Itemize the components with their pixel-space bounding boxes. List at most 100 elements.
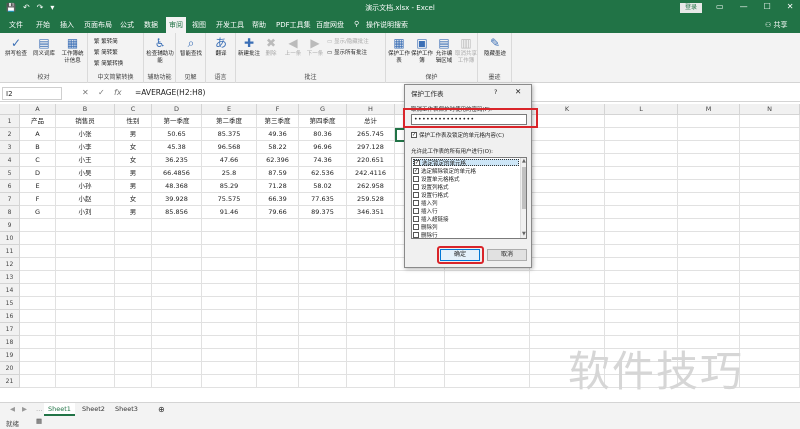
cell[interactable] <box>605 284 678 297</box>
cell[interactable] <box>115 336 152 349</box>
checkbox-icon[interactable] <box>413 231 419 238</box>
cell[interactable] <box>347 271 395 284</box>
new-comment-button[interactable]: ✚ 新建批注 <box>238 36 260 58</box>
cell[interactable]: D <box>20 167 56 180</box>
hide-ink-button[interactable]: ✎ 隐藏墨迹 <box>481 36 509 58</box>
chinese-conversion-button[interactable]: 繁 简繁转换 <box>94 59 123 67</box>
checkbox-icon[interactable] <box>413 183 419 190</box>
cell[interactable] <box>56 349 115 362</box>
formula-input[interactable]: =AVERAGE(H2:H8) <box>135 88 205 97</box>
cell[interactable]: F <box>20 193 56 206</box>
cell[interactable]: 男 <box>115 206 152 219</box>
cell[interactable] <box>740 180 800 193</box>
cell[interactable] <box>20 271 56 284</box>
cell[interactable]: 25.8 <box>202 167 257 180</box>
header-cell[interactable]: 第三季度 <box>257 115 299 128</box>
checkbox-icon[interactable]: ✓ <box>414 159 420 166</box>
permission-option[interactable]: 插入列 <box>413 199 438 207</box>
cell[interactable] <box>56 245 115 258</box>
header-cell[interactable]: 产品 <box>20 115 56 128</box>
cell[interactable] <box>20 362 56 375</box>
cell[interactable] <box>56 323 115 336</box>
cell[interactable] <box>395 310 445 323</box>
select-all-corner[interactable] <box>0 104 20 115</box>
cell[interactable] <box>202 349 257 362</box>
cell[interactable]: B <box>20 141 56 154</box>
cell[interactable] <box>740 271 800 284</box>
cell[interactable] <box>202 297 257 310</box>
row-header[interactable]: 18 <box>0 336 20 349</box>
cell[interactable] <box>115 284 152 297</box>
cell[interactable] <box>740 128 800 141</box>
cell[interactable]: 66.4856 <box>152 167 202 180</box>
cell[interactable] <box>56 258 115 271</box>
cell[interactable]: 45.38 <box>152 141 202 154</box>
cell[interactable] <box>678 271 740 284</box>
row-header[interactable]: 6 <box>0 180 20 193</box>
permissions-list[interactable]: ✓ 选定锁定的单元格 ✓ 选定解除锁定的单元格 设置单元格格式 设置列格式 设置行格式 插入列… <box>411 157 527 239</box>
spelling-button[interactable]: ✓ 拼写检查 <box>3 36 29 58</box>
next-comment-button[interactable]: ▶ 下一条 <box>304 36 326 58</box>
row-header[interactable]: 19 <box>0 349 20 362</box>
cell[interactable] <box>202 362 257 375</box>
header-cell[interactable]: 第四季度 <box>299 115 347 128</box>
cell[interactable]: 71.28 <box>257 180 299 193</box>
cell[interactable] <box>740 323 800 336</box>
cell[interactable]: 87.59 <box>257 167 299 180</box>
cell[interactable]: 85.375 <box>202 128 257 141</box>
header-cell[interactable]: 第一季度 <box>152 115 202 128</box>
cell[interactable] <box>299 336 347 349</box>
cell[interactable] <box>202 310 257 323</box>
cell[interactable] <box>347 284 395 297</box>
cell[interactable]: 79.66 <box>257 206 299 219</box>
header-cell[interactable]: 销售员 <box>56 115 115 128</box>
close-icon[interactable]: ✕ <box>515 87 521 96</box>
cell[interactable] <box>678 284 740 297</box>
cell[interactable] <box>257 323 299 336</box>
cell[interactable] <box>605 167 678 180</box>
cell[interactable] <box>20 375 56 388</box>
workbook-statistics-button[interactable]: ▦ 工作簿统计信息 <box>59 36 86 65</box>
traditional-to-simplified-button[interactable]: 繁 繁转简 <box>94 37 118 45</box>
cell[interactable] <box>678 128 740 141</box>
cell[interactable] <box>530 219 605 232</box>
cell[interactable] <box>202 245 257 258</box>
cell[interactable] <box>152 284 202 297</box>
cell[interactable]: 48.368 <box>152 180 202 193</box>
permission-option[interactable]: 删除行 <box>413 231 438 238</box>
cell[interactable]: 小刘 <box>56 206 115 219</box>
cell[interactable] <box>740 284 800 297</box>
cell[interactable] <box>530 271 605 284</box>
cell[interactable] <box>347 323 395 336</box>
cell[interactable] <box>115 349 152 362</box>
tab-insert[interactable]: 插入 <box>60 20 74 30</box>
row-header[interactable]: 17 <box>0 323 20 336</box>
cell[interactable] <box>530 297 605 310</box>
cell[interactable] <box>152 271 202 284</box>
cell[interactable] <box>395 284 445 297</box>
protect-workbook-button[interactable]: ▣ 保护工作簿 <box>411 36 433 65</box>
tab-review[interactable]: 审阅 <box>166 17 186 33</box>
cell[interactable] <box>740 375 800 388</box>
cell[interactable] <box>202 323 257 336</box>
cell[interactable] <box>740 362 800 375</box>
cell[interactable] <box>740 219 800 232</box>
row-header[interactable]: 13 <box>0 271 20 284</box>
cell[interactable]: G <box>20 206 56 219</box>
cell[interactable] <box>299 297 347 310</box>
tab-pdf-tools[interactable]: PDF工具集 <box>276 20 311 30</box>
tab-baidu-netdisk[interactable]: 百度网盘 <box>316 20 344 30</box>
cell[interactable] <box>740 349 800 362</box>
cell[interactable] <box>740 206 800 219</box>
scroll-up-icon[interactable]: ▲ <box>522 158 526 164</box>
cell[interactable] <box>740 115 800 128</box>
tell-me-search[interactable]: 操作说明搜索 <box>366 20 408 30</box>
smart-lookup-button[interactable]: ⌕ 智能查找 <box>178 36 204 58</box>
cell[interactable]: 男 <box>115 167 152 180</box>
previous-comment-button[interactable]: ◀ 上一条 <box>282 36 304 58</box>
cell[interactable] <box>605 193 678 206</box>
cell[interactable] <box>299 310 347 323</box>
cell[interactable] <box>115 375 152 388</box>
cell[interactable]: 49.36 <box>257 128 299 141</box>
cell[interactable] <box>395 349 445 362</box>
